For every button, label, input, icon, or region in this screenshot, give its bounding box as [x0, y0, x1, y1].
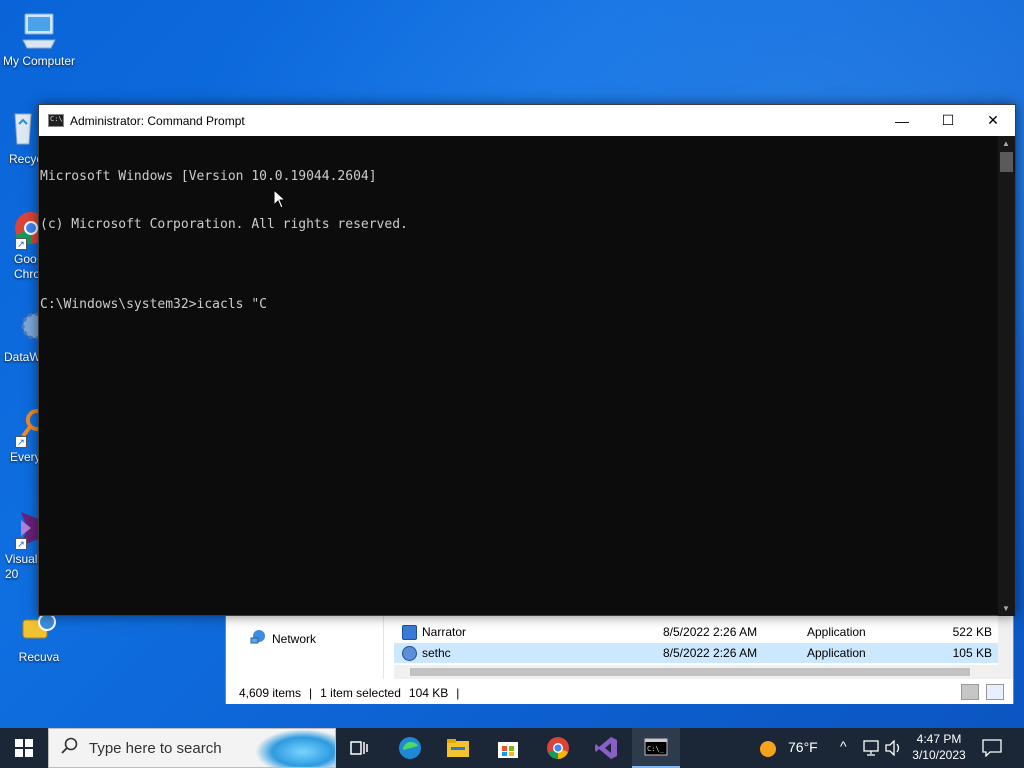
chrome-icon: ↗ — [1, 208, 47, 250]
mouse-pointer-icon — [273, 188, 287, 214]
file-type: Application — [807, 646, 866, 660]
clock-date: 3/10/2023 — [912, 748, 966, 762]
details-view-button[interactable] — [961, 684, 979, 700]
file-explorer-window: Network Narrator 8/5/2022 2:26 AM Applic… — [225, 612, 1014, 704]
desktop-icon-my-computer[interactable]: My Computer — [0, 10, 78, 69]
horizontal-scrollbar[interactable] — [394, 665, 1000, 679]
maximize-button[interactable]: ☐ — [925, 105, 971, 136]
chevron-up-icon[interactable]: ^ — [840, 738, 847, 754]
file-name: sethc — [422, 646, 451, 660]
console-line: (c) Microsoft Corporation. All rights re… — [40, 217, 408, 232]
system-clock[interactable]: 4:47 PM 3/10/2023 — [900, 731, 978, 763]
magnifier-icon: ↗ — [1, 406, 48, 448]
file-size: 105 KB — [952, 646, 992, 660]
weather-sun-icon[interactable] — [759, 740, 777, 763]
scrollbar-thumb[interactable] — [1000, 152, 1013, 172]
scrollbar-thumb[interactable] — [410, 668, 970, 676]
taskbar: Type here to search C:\_ 76°F ^ 4:47 PM … — [0, 728, 1024, 768]
visual-studio-icon: ↗ — [1, 508, 41, 550]
network-tray-icon[interactable] — [862, 740, 880, 761]
search-highlight-art — [255, 729, 335, 767]
search-icon — [61, 737, 79, 760]
close-button[interactable]: ✕ — [970, 105, 1016, 136]
file-size: 522 KB — [952, 625, 992, 639]
cmd-icon[interactable]: C:\_ — [632, 728, 680, 768]
desktop-icon-label: My Computer — [2, 54, 76, 68]
scroll-up-icon[interactable]: ▲ — [1002, 139, 1010, 148]
file-row[interactable]: Narrator 8/5/2022 2:26 AM Application 52… — [394, 622, 1000, 642]
vertical-scrollbar[interactable] — [998, 613, 1013, 679]
cmd-icon — [48, 114, 64, 127]
file-date: 8/5/2022 2:26 AM — [663, 625, 758, 639]
search-placeholder: Type here to search — [89, 739, 222, 757]
minimize-button[interactable]: — — [879, 105, 925, 136]
store-icon[interactable] — [484, 728, 532, 768]
notifications-icon[interactable] — [982, 739, 1002, 762]
gear-icon — [1, 306, 49, 346]
file-type: Application — [807, 625, 866, 639]
chrome-icon[interactable] — [534, 728, 582, 768]
selected-size: 104 KB — [408, 685, 449, 700]
item-count: 4,609 items — [239, 685, 302, 700]
svg-text:C:\_: C:\_ — [647, 745, 665, 753]
file-explorer-icon[interactable] — [434, 728, 482, 768]
clock-time: 4:47 PM — [916, 732, 962, 746]
visual-studio-icon[interactable] — [582, 728, 630, 768]
window-title: Administrator: Command Prompt — [70, 113, 245, 128]
computer-icon — [19, 10, 59, 50]
recycle-bin-icon — [1, 108, 41, 148]
large-icons-view-button[interactable] — [986, 684, 1004, 700]
edge-icon[interactable] — [386, 728, 434, 768]
title-bar[interactable]: Administrator: Command Prompt — [39, 105, 1015, 136]
console-output[interactable]: Microsoft Windows [Version 10.0.19044.26… — [39, 136, 997, 616]
windows-logo-icon — [15, 739, 33, 757]
nav-item-label: Network — [272, 631, 317, 646]
file-name: Narrator — [422, 625, 467, 639]
weather-temperature[interactable]: 76°F — [788, 739, 818, 755]
start-button[interactable] — [0, 728, 48, 768]
status-separator: | — [309, 685, 313, 700]
nav-item-network[interactable]: Network — [250, 629, 316, 648]
console-scrollbar[interactable]: ▲ ▼ — [998, 136, 1015, 616]
desktop-icon-label: Recuva — [18, 650, 60, 664]
scroll-down-icon[interactable]: ▼ — [1002, 604, 1010, 613]
status-bar: 4,609 items | 1 item selected 104 KB | — [226, 681, 1013, 704]
network-icon — [250, 629, 266, 648]
selected-count: 1 item selected — [320, 685, 401, 700]
status-separator: | — [456, 685, 460, 700]
command-prompt-window[interactable]: Administrator: Command Prompt — ☐ ✕ Micr… — [38, 104, 1016, 616]
gear-file-icon — [402, 645, 417, 661]
navigation-pane: Network — [226, 613, 384, 679]
file-date: 8/5/2022 2:26 AM — [663, 646, 758, 660]
file-row-selected[interactable]: sethc 8/5/2022 2:26 AM Application 105 K… — [394, 643, 1000, 663]
task-view-icon[interactable] — [336, 728, 384, 768]
narrator-icon — [402, 624, 417, 640]
taskbar-search-box[interactable]: Type here to search — [48, 728, 336, 768]
console-input-line[interactable]: C:\Windows\system32>icacls "C — [40, 297, 997, 313]
console-line: Microsoft Windows [Version 10.0.19044.26… — [40, 169, 377, 184]
